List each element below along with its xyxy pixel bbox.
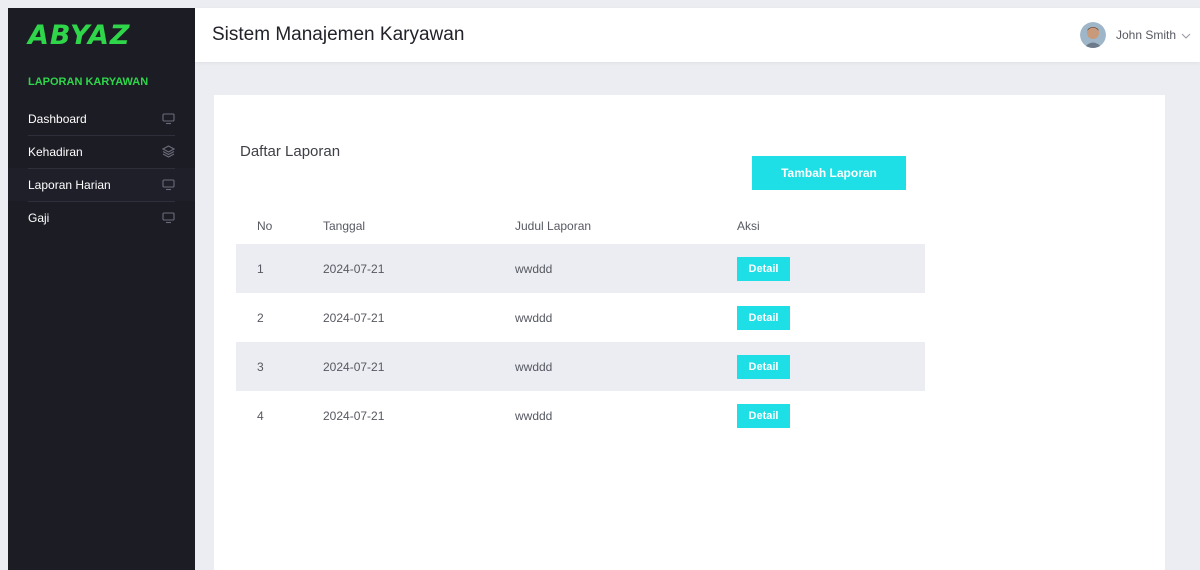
cell-judul: wwddd <box>515 261 553 276</box>
report-card: Daftar Laporan Tambah Laporan No Tanggal… <box>214 95 1165 570</box>
detail-button[interactable]: Detail <box>737 354 790 379</box>
table-row: 2 2024-07-21 wwddd Detail <box>236 293 925 342</box>
sidebar: ABYAZ LAPORAN KARYAWAN Dashboard Kehadir… <box>8 8 195 570</box>
column-header-tanggal: Tanggal <box>323 218 366 233</box>
add-report-button[interactable]: Tambah Laporan <box>752 156 906 190</box>
sidebar-item-label: Laporan Harian <box>28 177 111 192</box>
user-name: John Smith <box>1115 28 1176 42</box>
cell-tanggal: 2024-07-21 <box>323 359 385 374</box>
sidebar-item-dashboard[interactable]: Dashboard <box>8 102 195 135</box>
top-header: Sistem Manajemen Karyawan John Smith <box>195 8 1200 62</box>
table-header: No Tanggal Judul Laporan Aksi <box>236 207 925 244</box>
page-title: Sistem Manajemen Karyawan <box>212 24 465 45</box>
column-header-aksi: Aksi <box>737 218 760 233</box>
chevron-down-icon[interactable] <box>1180 29 1192 41</box>
avatar[interactable] <box>1079 22 1106 48</box>
logo-text: ABYAZ <box>28 19 131 51</box>
cell-aksi: Detail <box>737 354 925 379</box>
detail-button[interactable]: Detail <box>737 403 790 428</box>
cell-aksi: Detail <box>737 403 925 428</box>
cell-judul: wwddd <box>515 359 553 374</box>
detail-button[interactable]: Detail <box>737 305 790 330</box>
cell-no: 2 <box>257 310 264 325</box>
column-header-no: No <box>257 218 273 233</box>
cell-aksi: Detail <box>737 305 925 330</box>
cell-no: 4 <box>257 408 264 423</box>
card-title: Daftar Laporan <box>240 143 341 160</box>
cell-judul: wwddd <box>515 310 553 325</box>
cell-tanggal: 2024-07-21 <box>323 408 385 423</box>
cell-tanggal: 2024-07-21 <box>323 310 385 325</box>
sidebar-item-label: Kehadiran <box>28 144 83 159</box>
cell-aksi: Detail <box>737 256 925 281</box>
sidebar-item-gaji[interactable]: Gaji <box>8 201 195 234</box>
monitor-icon <box>161 178 175 192</box>
cell-judul: wwddd <box>515 408 553 423</box>
monitor-icon <box>161 211 175 225</box>
sidebar-item-kehadiran[interactable]: Kehadiran <box>8 135 195 168</box>
sidebar-nav: Dashboard Kehadiran Laporan Harian Gaji <box>8 102 195 234</box>
cell-no: 1 <box>257 261 264 276</box>
column-header-judul: Judul Laporan <box>515 218 592 233</box>
sidebar-item-label: Dashboard <box>28 111 87 126</box>
cell-tanggal: 2024-07-21 <box>323 261 385 276</box>
sidebar-item-laporan-harian[interactable]: Laporan Harian <box>8 168 195 201</box>
table-row: 4 2024-07-21 wwddd Detail <box>236 391 925 440</box>
table-row: 3 2024-07-21 wwddd Detail <box>236 342 925 391</box>
sidebar-section-title: LAPORAN KARYAWAN <box>28 76 149 88</box>
logo[interactable]: ABYAZ <box>8 8 195 62</box>
report-table: No Tanggal Judul Laporan Aksi 1 2024-07-… <box>236 207 925 440</box>
cell-no: 3 <box>257 359 264 374</box>
user-menu[interactable]: John Smith <box>1079 22 1200 48</box>
sidebar-item-label: Gaji <box>28 210 50 225</box>
detail-button[interactable]: Detail <box>737 256 790 281</box>
layers-icon <box>161 145 175 159</box>
monitor-icon <box>161 112 175 126</box>
table-row: 1 2024-07-21 wwddd Detail <box>236 244 925 293</box>
